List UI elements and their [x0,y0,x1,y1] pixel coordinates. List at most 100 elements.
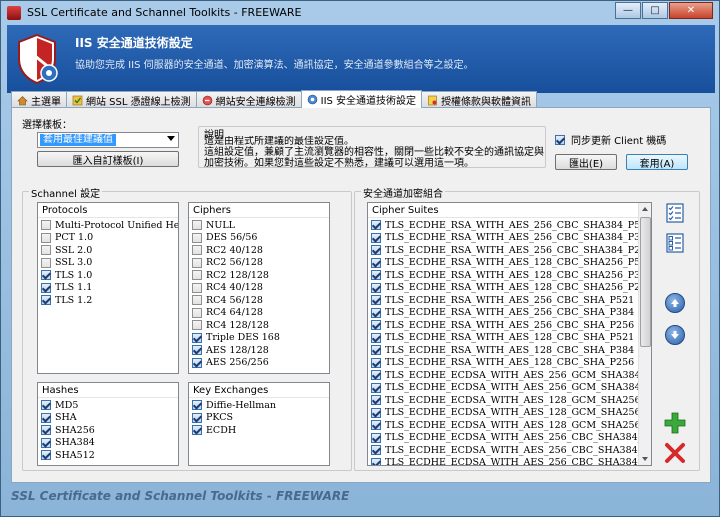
checkbox[interactable] [371,307,381,318]
cipher-item[interactable]: RC4 64/128 [189,307,329,320]
cipher-suite-item[interactable]: TLS_ECDHE_RSA_WITH_AES_256_CBC_SHA_P384 [368,307,638,320]
checkbox[interactable] [41,295,51,306]
hash-item[interactable]: SHA256 [38,424,178,437]
key-exchange-item[interactable]: ECDH [189,424,329,437]
hash-item[interactable]: SHA384 [38,437,178,450]
checkbox[interactable] [192,357,202,368]
key-exchange-item[interactable]: Diffie-Hellman [189,399,329,412]
sync-client-check[interactable] [555,134,565,145]
cipher-item[interactable]: DES 56/56 [189,232,329,245]
select-all-button[interactable] [664,202,686,224]
checkbox[interactable] [371,345,381,356]
checkbox[interactable] [371,457,381,465]
cipher-suite-item[interactable]: TLS_ECDHE_ECDSA_WITH_AES_128_GCM_SHA256_… [368,394,651,407]
cipher-item[interactable]: RC4 56/128 [189,294,329,307]
cipher-suite-item[interactable]: TLS_ECDHE_RSA_WITH_AES_128_CBC_SHA_P256 [368,357,638,370]
checkbox[interactable] [371,220,381,231]
hash-item[interactable]: SHA [38,412,178,425]
cipher-suite-item[interactable]: TLS_ECDHE_RSA_WITH_AES_256_CBC_SHA384_P2… [368,244,651,257]
cipher-suites-scrollbar[interactable] [638,203,651,465]
checkbox[interactable] [371,382,381,393]
checkbox[interactable] [192,220,202,231]
checkbox[interactable] [192,295,202,306]
checkbox[interactable] [371,370,381,381]
checkbox[interactable] [371,320,381,331]
cipher-suite-item[interactable]: TLS_ECDHE_ECDSA_WITH_AES_256_GCM_SHA384_… [368,382,651,395]
tab-ssl-cert-check[interactable]: 網站 SSL 憑證線上檢測 [66,91,197,108]
checkbox[interactable] [371,332,381,343]
apply-button[interactable]: 套用(A) [626,154,688,170]
delete-button[interactable] [664,442,686,464]
cipher-suite-item[interactable]: TLS_ECDHE_ECDSA_WITH_AES_256_CBC_SHA384_… [368,444,651,457]
checkbox[interactable] [41,282,51,293]
hash-item[interactable]: SHA512 [38,449,178,462]
checkbox[interactable] [371,395,381,406]
deselect-all-button[interactable] [664,232,686,254]
tab-iis-settings[interactable]: IIS 安全通道技術設定 [300,90,423,108]
protocol-item[interactable]: Multi-Protocol Unified Hello [38,219,178,232]
checkbox[interactable] [192,257,202,268]
checkbox[interactable] [371,420,381,431]
cipher-item[interactable]: RC2 128/128 [189,269,329,282]
checkbox[interactable] [371,445,381,456]
checkbox[interactable] [41,425,51,436]
cipher-suite-item[interactable]: TLS_ECDHE_ECDSA_WITH_AES_256_CBC_SHA384_… [368,432,651,445]
checkbox[interactable] [192,332,202,343]
checkbox[interactable] [192,400,202,411]
cipher-suite-item[interactable]: TLS_ECDHE_ECDSA_WITH_AES_128_GCM_SHA256_… [368,407,651,420]
cipher-item[interactable]: AES 128/128 [189,344,329,357]
chevron-down-icon[interactable] [167,136,175,141]
checkbox[interactable] [371,357,381,368]
checkbox[interactable] [371,282,381,293]
key-exchange-item[interactable]: PKCS [189,412,329,425]
checkbox[interactable] [371,270,381,281]
tab-main-menu[interactable]: 主選單 [11,91,67,108]
cipher-item[interactable]: RC4 128/128 [189,319,329,332]
checkbox[interactable] [371,407,381,418]
protocol-item[interactable]: PCT 1.0 [38,232,178,245]
cipher-item[interactable]: NULL [189,219,329,232]
protocol-item[interactable]: SSL 2.0 [38,244,178,257]
cipher-suite-item[interactable]: TLS_ECDHE_RSA_WITH_AES_256_CBC_SHA_P256 [368,319,638,332]
checkbox[interactable] [41,220,51,231]
cipher-suite-item[interactable]: TLS_ECDHE_ECDSA_WITH_AES_256_GCM_SHA384_… [368,369,651,382]
protocol-item[interactable]: TLS 1.0 [38,269,178,282]
cipher-suite-item[interactable]: TLS_ECDHE_RSA_WITH_AES_128_CBC_SHA_P384 [368,344,638,357]
cipher-item[interactable]: RC2 40/128 [189,244,329,257]
cipher-suite-item[interactable]: TLS_ECDHE_RSA_WITH_AES_256_CBC_SHA_P521 [368,294,638,307]
checkbox[interactable] [41,450,51,461]
checkbox[interactable] [41,437,51,448]
scroll-up-icon[interactable] [642,207,648,211]
move-down-button[interactable] [664,324,686,346]
cipher-item[interactable]: AES 256/256 [189,357,329,370]
cipher-suite-item[interactable]: TLS_ECDHE_RSA_WITH_AES_128_CBC_SHA256_P3… [368,269,651,282]
hash-item[interactable]: MD5 [38,399,178,412]
checkbox[interactable] [41,412,51,423]
cipher-suite-item[interactable]: TLS_ECDHE_RSA_WITH_AES_256_CBC_SHA384_P3… [368,232,651,245]
checkbox[interactable] [371,257,381,268]
checkbox[interactable] [41,257,51,268]
tab-license-info[interactable]: 授權條款與軟體資訊 [421,91,538,108]
checkbox[interactable] [192,425,202,436]
checkbox[interactable] [41,245,51,256]
protocol-item[interactable]: TLS 1.1 [38,282,178,295]
scroll-down-icon[interactable] [642,457,648,461]
checkbox[interactable] [192,345,202,356]
checkbox[interactable] [192,412,202,423]
checkbox[interactable] [371,295,381,306]
cipher-suite-item[interactable]: TLS_ECDHE_RSA_WITH_AES_256_CBC_SHA384_P5… [368,219,651,232]
cipher-item[interactable]: RC2 56/128 [189,257,329,270]
add-button[interactable] [664,412,686,434]
checkbox[interactable] [192,307,202,318]
checkbox[interactable] [192,320,202,331]
checkbox[interactable] [371,232,381,243]
cipher-suite-item[interactable]: TLS_ECDHE_RSA_WITH_AES_128_CBC_SHA256_P2… [368,282,651,295]
minimize-button[interactable]: — [615,2,641,19]
close-button[interactable]: ✕ [669,2,713,19]
checkbox[interactable] [41,400,51,411]
export-button[interactable]: 匯出(E) [555,154,617,170]
checkbox[interactable] [192,270,202,281]
cipher-suite-item[interactable]: TLS_ECDHE_ECDSA_WITH_AES_128_GCM_SHA256_… [368,419,651,432]
checkbox[interactable] [41,232,51,243]
cipher-item[interactable]: RC4 40/128 [189,282,329,295]
